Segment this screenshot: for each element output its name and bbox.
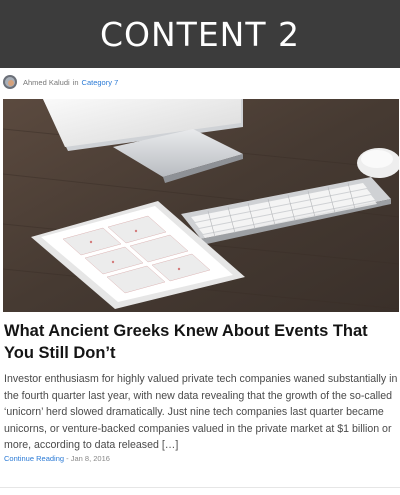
author-name[interactable]: Ahmed Kaludi <box>23 78 70 87</box>
divider <box>0 487 400 488</box>
desk-photo-image <box>3 99 399 312</box>
featured-image[interactable] <box>3 99 399 312</box>
section-title: CONTENT 2 <box>99 14 301 54</box>
post-footer: Continue Reading - Jan 8, 2016 <box>4 454 110 463</box>
post-title[interactable]: What Ancient Greeks Knew About Events Th… <box>4 320 398 364</box>
continue-reading-link[interactable]: Continue Reading <box>4 454 64 463</box>
category-link[interactable]: Category 7 <box>82 78 119 87</box>
date-separator: - <box>64 454 71 463</box>
section-banner: CONTENT 2 <box>0 0 400 68</box>
post-date: Jan 8, 2016 <box>70 454 110 463</box>
post-meta: Ahmed Kaludi in Category 7 <box>3 74 118 90</box>
post-excerpt: Investor enthusiasm for highly valued pr… <box>4 373 398 451</box>
author-avatar[interactable] <box>3 75 17 89</box>
meta-in-label: in <box>72 77 79 87</box>
